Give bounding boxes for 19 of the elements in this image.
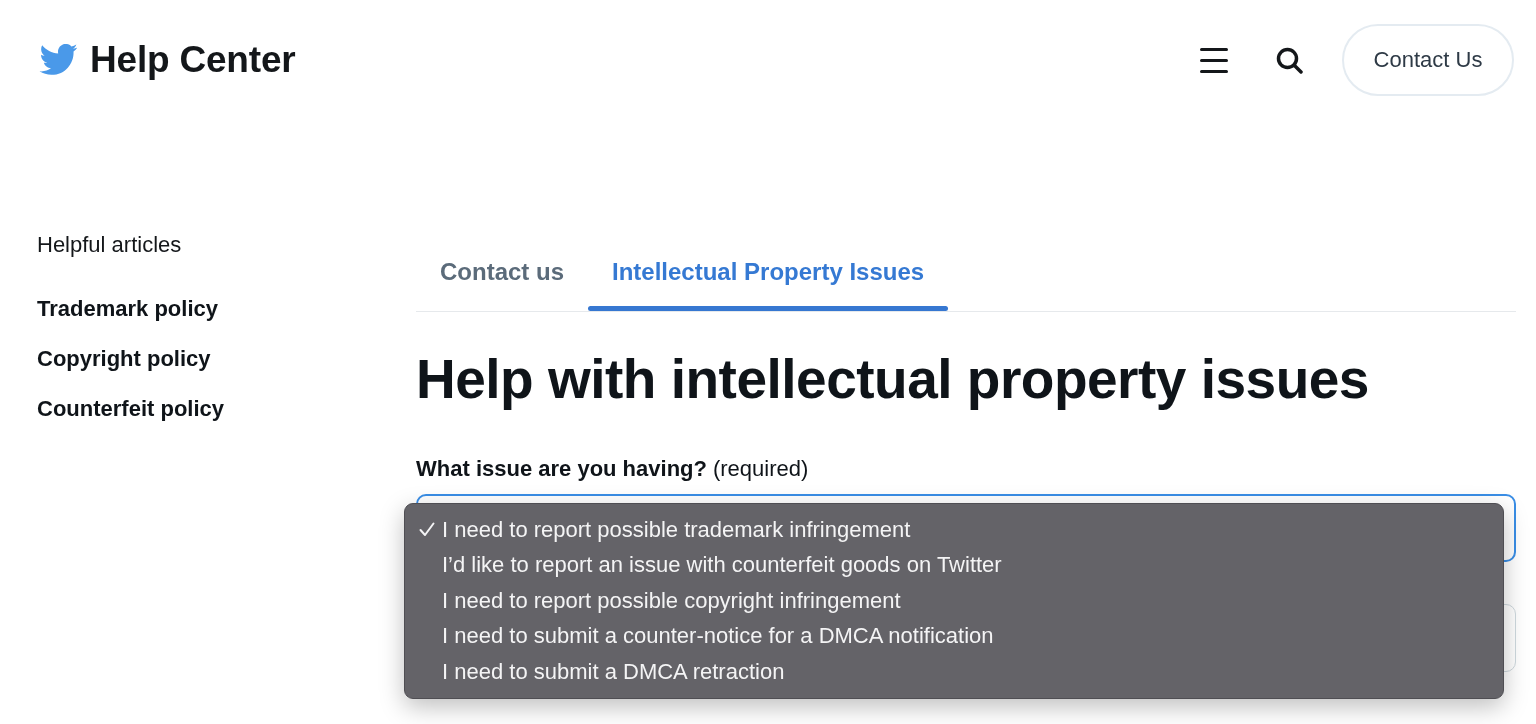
menu-option[interactable]: I need to report possible trademark infringement xyxy=(405,512,1503,548)
menu-option[interactable]: I need to submit a DMCA retraction xyxy=(405,654,1503,690)
sidebar-heading: Helpful articles xyxy=(37,232,182,258)
menu-option[interactable]: I’d like to report an issue with counterfeit goods on Twitter xyxy=(405,547,1503,583)
bird-icon xyxy=(38,43,78,77)
page-title: Help with intellectual property issues xyxy=(416,347,1370,411)
menu-icon[interactable] xyxy=(1200,47,1228,73)
home-link[interactable]: Help Center xyxy=(38,39,296,81)
sidebar-link[interactable]: Counterfeit policy xyxy=(37,396,224,422)
tab[interactable]: Intellectual Property Issues xyxy=(588,240,949,312)
tab[interactable]: Contact us xyxy=(416,240,588,312)
required-note: (required) xyxy=(712,457,809,481)
sidebar-link[interactable]: Copyright policy xyxy=(37,346,211,372)
contact-us-button[interactable]: Contact Us xyxy=(1342,24,1514,96)
search-icon[interactable] xyxy=(1276,46,1303,74)
menu-option[interactable]: I need to report possible copyright infringement xyxy=(405,583,1503,619)
sidebar-link[interactable]: Trademark policy xyxy=(37,296,218,322)
field-label: What issue are you having? xyxy=(416,457,707,481)
menu-option[interactable]: I need to submit a counter-notice for a DMCA notification xyxy=(405,618,1503,654)
